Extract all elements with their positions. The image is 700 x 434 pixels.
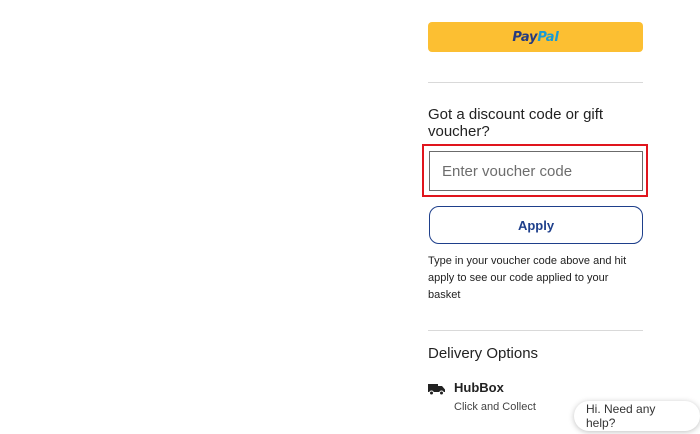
divider [428,330,643,331]
voucher-code-input[interactable] [429,151,643,191]
chat-help-label: Hi. Need any help? [586,402,656,430]
chat-help-bubble[interactable]: Hi. Need any help? [574,401,700,431]
discount-title: Got a discount code or gift voucher? [428,106,604,140]
hubbox-name: HubBox [454,380,504,395]
delivery-options-title: Delivery Options [428,345,539,362]
hubbox-subtitle: Click and Collect [454,401,536,413]
paypal-logo-pay: Pay [512,29,538,45]
voucher-help-text: Type in your voucher code above and hit … [428,255,627,301]
hubbox-text: HubBox Click and Collect [454,380,536,415]
apply-button[interactable]: Apply [429,206,643,244]
paypal-logo-pal: Pal [537,29,559,45]
paypal-logo: PayPal [512,30,558,45]
divider [428,82,643,83]
truck-icon [428,384,445,396]
delivery-option-hubbox[interactable]: HubBox Click and Collect [428,380,536,415]
paypal-button[interactable]: PayPal [428,22,643,52]
